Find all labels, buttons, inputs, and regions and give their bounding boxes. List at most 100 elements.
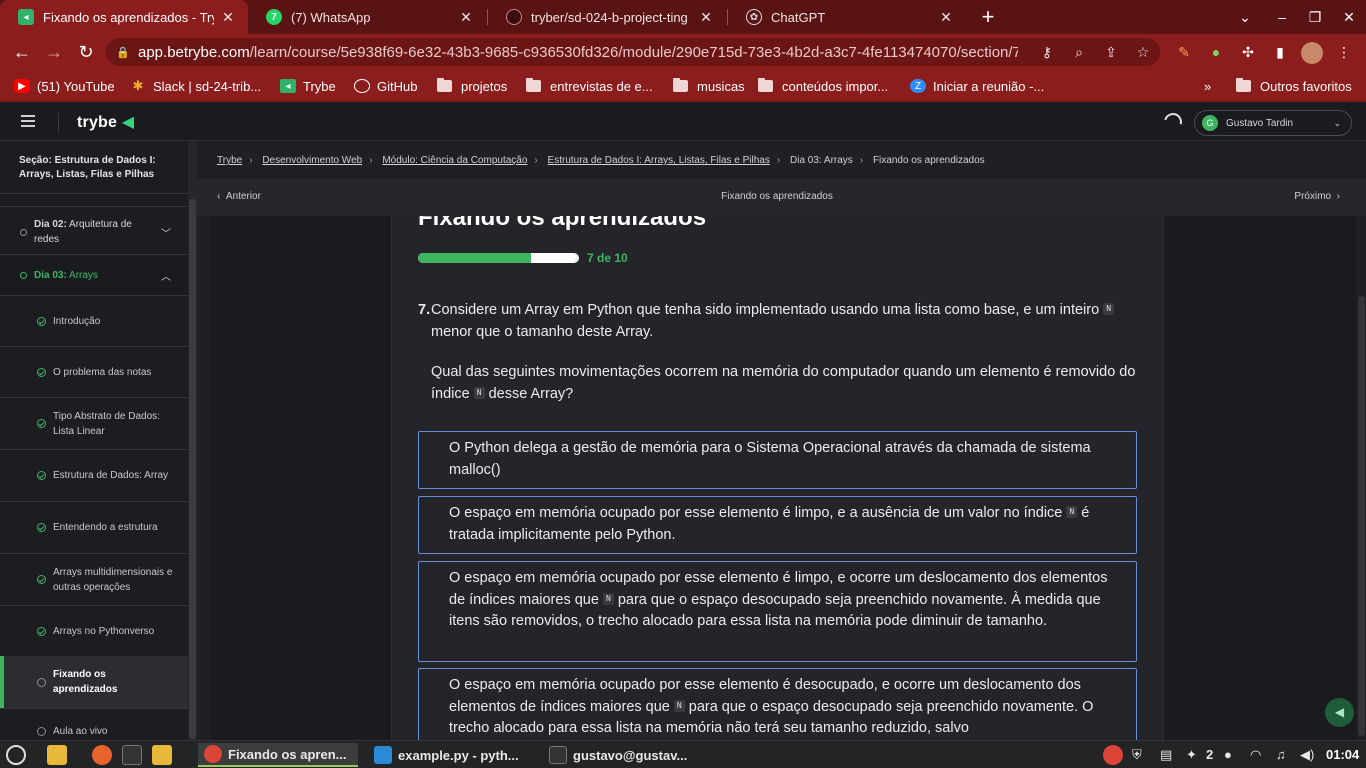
tab-search-chevron-icon[interactable]: ⌄ <box>1228 0 1262 34</box>
bookmark-trybe[interactable]: ◂ Trybe <box>280 76 336 96</box>
key-icon[interactable]: ⚷ <box>1036 42 1058 62</box>
sidebar-lesson[interactable]: O problema das notas <box>0 347 188 397</box>
sidebar-lesson[interactable]: Aula ao vivo <box>0 721 188 741</box>
trybe-logo[interactable]: trybe ◀ <box>77 112 134 132</box>
close-tab-icon[interactable]: ✕ <box>938 9 954 26</box>
puzzle-extensions-icon[interactable]: ✣ <box>1238 42 1258 62</box>
back-arrow-icon[interactable]: ← <box>8 38 36 66</box>
notes-icon[interactable]: ▤ <box>1160 747 1172 763</box>
slack-icon: ✱ <box>132 78 144 93</box>
close-tab-icon[interactable]: ✕ <box>220 9 236 26</box>
side-panel-icon[interactable]: ▮ <box>1270 42 1290 62</box>
sidebar-lesson[interactable]: Introdução <box>0 296 188 346</box>
tab-title: tryber/sd-024-b-project-ting <box>531 9 688 25</box>
content-scrollbar-thumb[interactable] <box>1358 296 1365 736</box>
maximize-window-icon[interactable]: ❐ <box>1298 0 1332 34</box>
forward-arrow-icon[interactable]: → <box>40 38 68 66</box>
status-circle-icon <box>37 726 46 736</box>
inline-code: N <box>673 699 685 712</box>
files-icon[interactable] <box>47 745 67 765</box>
terminal-icon[interactable] <box>122 745 142 765</box>
answer-option-1[interactable]: O Python delega a gestão de memória para… <box>418 431 1137 489</box>
volume-icon[interactable]: ◀) <box>1300 747 1314 763</box>
sidebar-lesson[interactable]: Arrays multidimensionais e outras operaç… <box>0 554 188 605</box>
pen-extension-icon[interactable]: ✎ <box>1174 42 1194 62</box>
next-lesson-button[interactable]: Próximo › <box>1294 191 1340 202</box>
mint-menu-icon[interactable] <box>6 745 26 765</box>
breadcrumb-link[interactable]: Desenvolvimento Web <box>262 155 362 166</box>
notification-count: 2 <box>1206 747 1214 762</box>
divider <box>0 193 188 194</box>
tab-title: Fixando os aprendizados - Try <box>43 9 214 25</box>
bookmark-slack[interactable]: ✱ Slack | sd-24-trib... <box>130 76 262 96</box>
minimize-window-icon[interactable]: – <box>1265 0 1299 34</box>
music-icon[interactable]: ♫ <box>1276 747 1286 762</box>
bookmarks-overflow-button[interactable]: » <box>1204 76 1211 96</box>
new-tab-button[interactable]: + <box>976 3 1000 31</box>
bookmark-other-favorites[interactable]: Outros favoritos <box>1236 76 1352 96</box>
wifi-icon[interactable]: ◠ <box>1250 747 1261 763</box>
content-scrollbar[interactable] <box>1356 216 1366 740</box>
question: 7. Considere um Array em Python que tenh… <box>418 300 1148 405</box>
breadcrumb-link[interactable]: Trybe <box>217 155 242 166</box>
bookmark-folder-entrevistas[interactable]: entrevistas de e... <box>526 76 653 96</box>
taskbar-app-vscode[interactable]: example.py - pyth... <box>368 743 533 767</box>
divider <box>0 206 188 207</box>
tab-chatgpt[interactable]: ✿ ChatGPT ✕ <box>728 0 966 34</box>
bookmark-folder-projetos[interactable]: projetos <box>437 76 507 96</box>
trybe-assistant-button[interactable]: ◀ <box>1325 698 1354 727</box>
sidebar-lesson-label: Estrutura de Dados: Array <box>53 470 169 481</box>
user-menu-dropdown[interactable]: G Gustavo Tardin ⌄ <box>1194 110 1352 136</box>
folder-icon <box>673 78 688 92</box>
bookmark-folder-musicas[interactable]: musicas <box>673 76 745 96</box>
answer-option-3[interactable]: O espaço em memória ocupado por esse ele… <box>418 561 1137 662</box>
sidebar-lesson[interactable]: Estrutura de Dados: Array <box>0 450 188 501</box>
bookmark-github[interactable]: GitHub <box>354 76 417 96</box>
share-icon[interactable]: ⇪ <box>1100 42 1122 62</box>
youtube-icon: ▶ <box>14 79 30 93</box>
close-tab-icon[interactable]: ✕ <box>458 9 474 26</box>
sidebar-day-03[interactable]: Dia 03: Arrays ︿ <box>0 255 188 295</box>
bookmark-zoom[interactable]: Z Iniciar a reunião -... <box>910 76 1044 96</box>
menu-kebab-icon[interactable]: ⋮ <box>1334 42 1354 62</box>
zoom-icon[interactable]: ⌕ <box>1068 42 1090 62</box>
notification-icon[interactable]: ✦ <box>1186 747 1197 763</box>
reload-icon[interactable]: ↻ <box>72 38 100 66</box>
breadcrumb-link[interactable]: Módulo: Ciência da Computação <box>382 155 527 166</box>
dark-mode-moon-icon[interactable] <box>1160 109 1186 135</box>
answer-option-2[interactable]: O espaço em memória ocupado por esse ele… <box>418 496 1137 554</box>
vscode-icon <box>374 746 392 764</box>
taskbar-app-terminal[interactable]: gustavo@gustav... <box>543 743 703 767</box>
sidebar-lesson[interactable]: Tipo Abstrato de Dados: Lista Linear <box>0 398 188 449</box>
sidebar-scrollbar[interactable] <box>188 141 197 740</box>
sidebar-lesson[interactable]: Entendendo a estrutura <box>0 502 188 553</box>
url-text[interactable]: app.betrybe.com/learn/course/5e938f69-6e… <box>138 44 1018 61</box>
sidebar-lesson[interactable]: Fixando os aprendizados <box>0 656 188 708</box>
hamburger-menu-icon[interactable] <box>21 115 35 127</box>
profile-avatar[interactable] <box>1301 42 1323 64</box>
bookmark-star-icon[interactable]: ☆ <box>1132 42 1154 62</box>
close-tab-icon[interactable]: ✕ <box>698 9 714 26</box>
firefox-icon[interactable] <box>92 745 112 765</box>
frog-extension-icon[interactable]: ● <box>1206 42 1226 62</box>
shield-icon[interactable]: ⛨ <box>1132 747 1142 763</box>
bookmark-folder-conteudos[interactable]: conteúdos impor... <box>758 76 888 96</box>
bookmark-youtube[interactable]: ▶ (51) YouTube <box>14 76 115 96</box>
user-icon[interactable]: ● <box>1224 747 1232 762</box>
sidebar-scrollbar-thumb[interactable] <box>189 199 196 739</box>
sidebar-day-02[interactable]: Dia 02: Arquitetura de redes ﹀ <box>0 216 188 248</box>
sidebar-lesson[interactable]: Arrays no Pythonverso <box>0 606 188 656</box>
bookmark-label: Iniciar a reunião -... <box>933 78 1045 94</box>
taskbar-app-chrome[interactable]: Fixando os apren... <box>198 743 358 767</box>
breadcrumb-link[interactable]: Estrutura de Dados I: Arrays, Listas, Fi… <box>548 155 770 166</box>
tab-trybe[interactable]: ◂ Fixando os aprendizados - Try ✕ <box>0 0 248 34</box>
folder-icon[interactable] <box>152 745 172 765</box>
main-content: Trybe › Desenvolvimento Web › Módulo: Ciên… <box>197 141 1366 740</box>
tab-github[interactable]: tryber/sd-024-b-project-ting ✕ <box>488 0 726 34</box>
address-bar[interactable]: 🔒 app.betrybe.com/learn/course/5e938f69-… <box>106 38 1160 66</box>
tab-whatsapp[interactable]: 7 (7) WhatsApp ✕ <box>248 0 486 34</box>
chrome-tray-icon[interactable] <box>1103 745 1123 765</box>
close-window-icon[interactable]: ✕ <box>1332 0 1366 34</box>
chevron-right-icon: › <box>1336 191 1340 202</box>
answer-option-4[interactable]: O espaço em memória ocupado por esse ele… <box>418 668 1137 740</box>
